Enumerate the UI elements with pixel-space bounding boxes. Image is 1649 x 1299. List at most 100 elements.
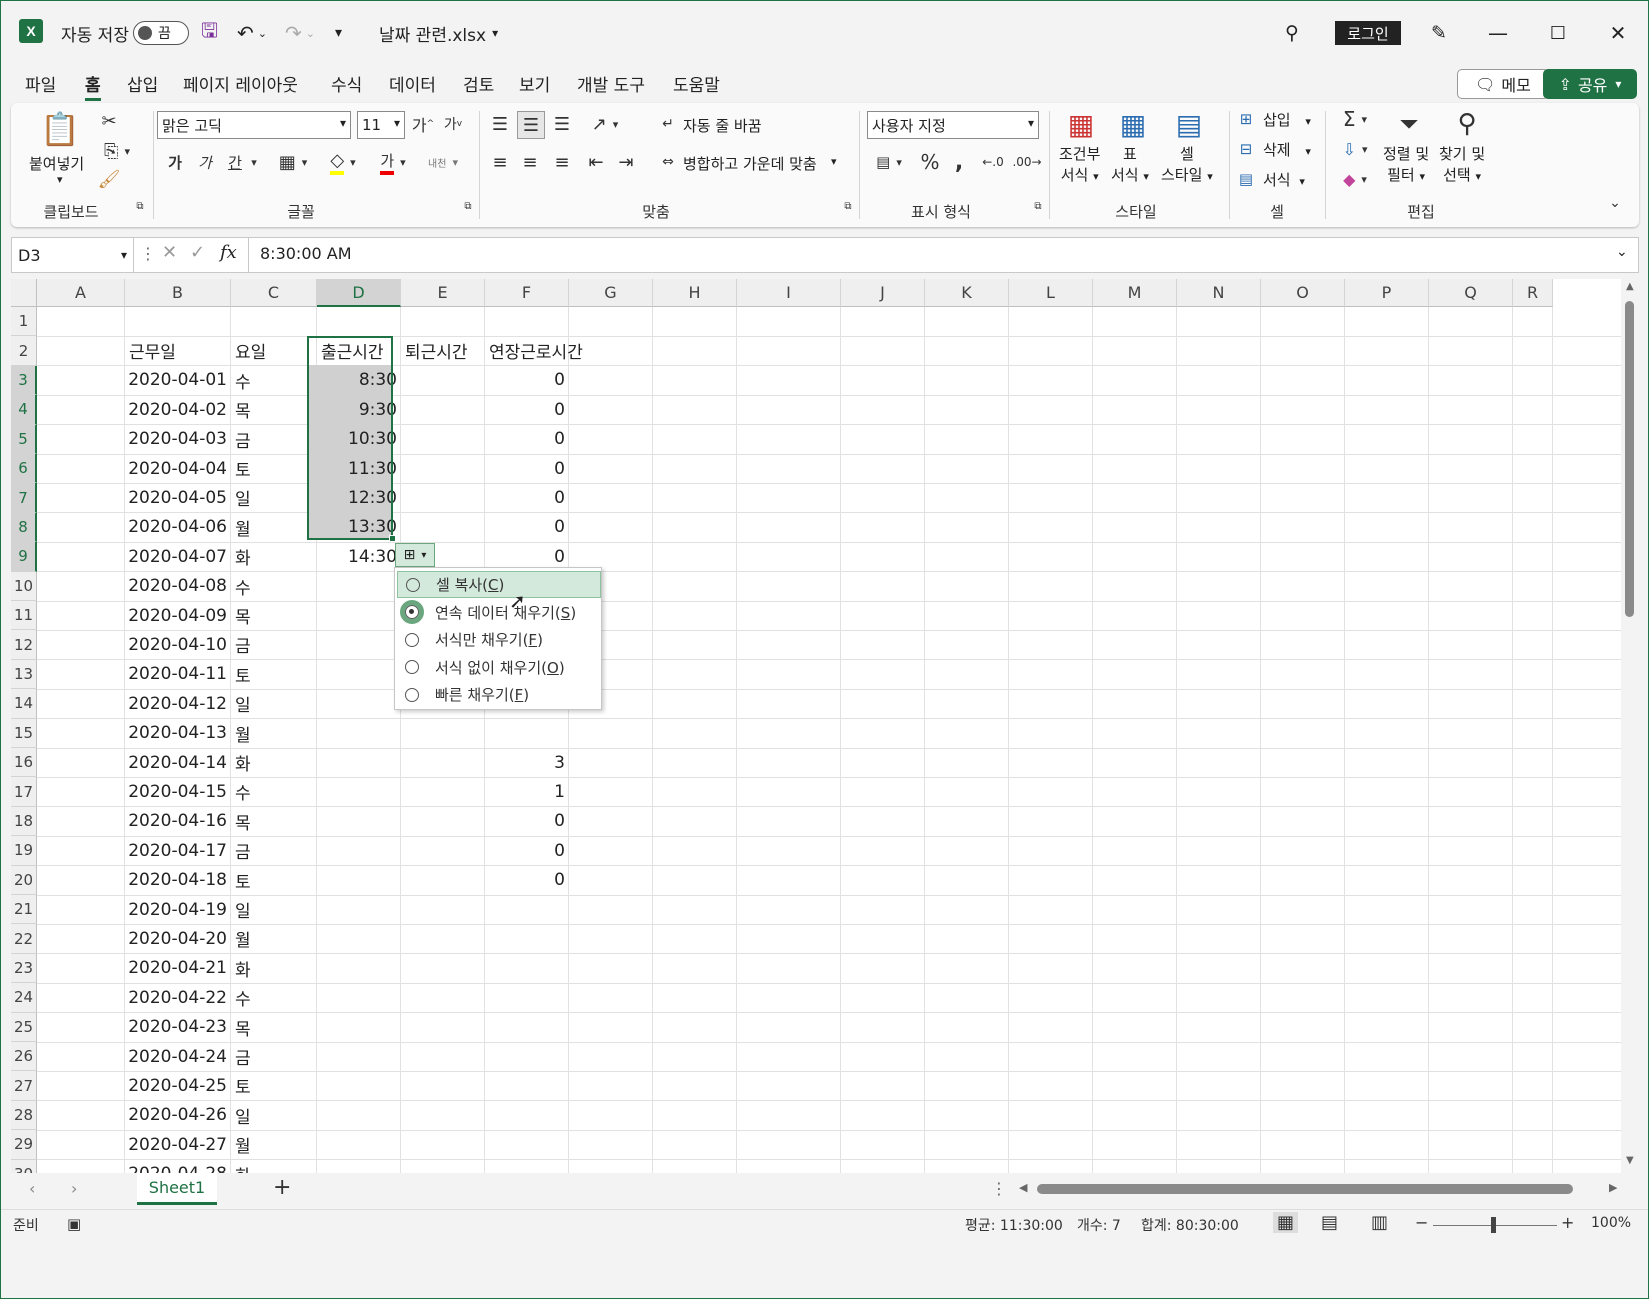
add-sheet-icon[interactable]: + bbox=[273, 1175, 291, 1200]
cell-weekday[interactable]: 금 bbox=[231, 836, 317, 865]
delete-cells-button[interactable]: 삭제 ▾ bbox=[1263, 139, 1311, 160]
fill-icon[interactable]: ⇩ ▾ bbox=[1333, 137, 1377, 161]
dialog-launcher-icon[interactable]: ⧉ bbox=[461, 199, 475, 213]
cell-weekday[interactable]: 월 bbox=[231, 1130, 317, 1159]
cell-date[interactable]: 2020-04-20 bbox=[125, 924, 231, 953]
column-header-q[interactable]: Q bbox=[1429, 279, 1513, 307]
formula-input[interactable]: 8:30:00 AM bbox=[260, 244, 352, 263]
cell-weekday[interactable]: 일 bbox=[231, 689, 317, 718]
page-layout-view-icon[interactable]: ▤ bbox=[1321, 1212, 1338, 1233]
row-header[interactable]: 10 bbox=[11, 571, 37, 601]
file-name-dropdown[interactable]: 날짜 관련.xlsx ▾ bbox=[379, 19, 498, 47]
row-header[interactable]: 28 bbox=[11, 1100, 37, 1131]
dialog-launcher-icon[interactable]: ⧉ bbox=[1031, 199, 1045, 213]
format-as-table-icon[interactable]: ▦ bbox=[1115, 107, 1151, 141]
format-as-table-button[interactable]: 표 서식 ▾ bbox=[1111, 143, 1149, 185]
row-header[interactable]: 12 bbox=[11, 630, 37, 660]
align-bottom-icon[interactable]: ☰ bbox=[549, 111, 575, 137]
row-header[interactable]: 16 bbox=[11, 748, 37, 778]
tab-file[interactable]: 파일 bbox=[25, 71, 56, 101]
cell-overtime[interactable]: 0 bbox=[485, 866, 569, 895]
insert-cells-button[interactable]: 삽입 ▾ bbox=[1263, 109, 1311, 130]
vertical-scroll-thumb[interactable] bbox=[1625, 301, 1634, 617]
cell-weekday[interactable]: 월 bbox=[231, 513, 317, 542]
paste-label[interactable]: 붙여넣기 bbox=[29, 153, 84, 174]
row-header[interactable]: 14 bbox=[11, 689, 37, 719]
autosave-toggle[interactable]: 끔 bbox=[133, 19, 189, 47]
cell-weekday[interactable]: 토 bbox=[231, 454, 317, 483]
zoom-slider-thumb[interactable] bbox=[1491, 1217, 1496, 1233]
cell-weekday[interactable]: 월 bbox=[231, 719, 317, 748]
row-header[interactable]: 25 bbox=[11, 1012, 37, 1042]
underline-button[interactable]: 간 bbox=[223, 149, 247, 175]
select-all-button[interactable] bbox=[11, 279, 37, 307]
format-cells-icon[interactable]: ▤ bbox=[1235, 167, 1257, 191]
format-painter-icon[interactable]: 🖌 bbox=[97, 167, 121, 191]
share-button[interactable]: ⇪ 공유 ▾ bbox=[1543, 69, 1637, 99]
row-header[interactable]: 15 bbox=[11, 718, 37, 748]
cell-date[interactable]: 2020-04-13 bbox=[125, 719, 231, 748]
pen-icon[interactable]: ✎ bbox=[1431, 19, 1447, 47]
row-header[interactable]: 9 bbox=[11, 542, 37, 572]
row-header[interactable]: 27 bbox=[11, 1071, 37, 1101]
accounting-format-icon[interactable]: ▤ ▾ bbox=[869, 149, 909, 175]
autofill-option[interactable]: 연속 데이터 채우기(S) bbox=[397, 599, 601, 626]
sheet-tab-sheet1[interactable]: Sheet1 bbox=[137, 1173, 217, 1205]
status-sum[interactable]: 합계: 80:30:00 bbox=[1141, 1215, 1239, 1235]
cell-b2[interactable]: 근무일 bbox=[125, 336, 231, 365]
status-average[interactable]: 평균: 11:30:00 bbox=[965, 1215, 1063, 1235]
cell-weekday[interactable]: 목 bbox=[231, 807, 317, 836]
tab-page-layout[interactable]: 페이지 레이아웃 bbox=[183, 71, 298, 101]
column-header-o[interactable]: O bbox=[1261, 279, 1345, 307]
row-header[interactable]: 22 bbox=[11, 924, 37, 954]
minimize-button[interactable]: — bbox=[1475, 13, 1521, 53]
increase-indent-icon[interactable]: ⇥ bbox=[613, 149, 639, 175]
row-header[interactable]: 11 bbox=[11, 601, 37, 631]
cell-styles-button[interactable]: 셀 스타일 ▾ bbox=[1161, 143, 1213, 185]
cell-overtime[interactable]: 0 bbox=[485, 513, 569, 542]
cell-weekday[interactable]: 토 bbox=[231, 1071, 317, 1100]
cell-date[interactable]: 2020-04-03 bbox=[125, 425, 231, 454]
italic-button[interactable]: 가 bbox=[193, 149, 217, 175]
cell-date[interactable]: 2020-04-12 bbox=[125, 689, 231, 718]
enter-icon[interactable]: ✓ bbox=[190, 242, 205, 263]
cell-date[interactable]: 2020-04-24 bbox=[125, 1042, 231, 1071]
name-box[interactable]: D3 ▾ bbox=[12, 238, 134, 272]
conditional-format-button[interactable]: 조건부 서식 ▾ bbox=[1059, 143, 1100, 185]
cell-weekday[interactable]: 목 bbox=[231, 1013, 317, 1042]
phonetic-icon[interactable]: 내천 ▾ bbox=[423, 149, 463, 175]
row-header[interactable]: 13 bbox=[11, 659, 37, 690]
row-header[interactable]: 3 bbox=[11, 365, 37, 396]
tab-insert[interactable]: 삽입 bbox=[127, 71, 158, 101]
cell-weekday[interactable]: 화 bbox=[231, 954, 317, 983]
wrap-text-icon[interactable]: ↵ bbox=[657, 111, 679, 137]
delete-cells-icon[interactable]: ⊟ bbox=[1235, 137, 1257, 161]
find-select-icon[interactable]: ⚲ bbox=[1447, 107, 1487, 141]
cell-styles-icon[interactable]: ▤ bbox=[1171, 107, 1207, 141]
cut-icon[interactable]: ✂ bbox=[97, 109, 121, 133]
autofill-options-button[interactable]: ⊞ ▾ bbox=[395, 543, 435, 567]
column-header-h[interactable]: H bbox=[653, 279, 737, 307]
cell-weekday[interactable]: 화 bbox=[231, 542, 317, 571]
autosum-icon[interactable]: Σ ▾ bbox=[1333, 107, 1377, 131]
font-color-icon[interactable]: 가 ▾ bbox=[373, 149, 413, 175]
cell-overtime[interactable]: 3 bbox=[485, 748, 569, 777]
zoom-level[interactable]: 100% bbox=[1591, 1215, 1631, 1231]
cell-date[interactable]: 2020-04-09 bbox=[125, 601, 231, 630]
cell-date[interactable]: 2020-04-25 bbox=[125, 1071, 231, 1100]
dialog-launcher-icon[interactable]: ⧉ bbox=[133, 199, 147, 213]
copy-icon[interactable]: ⎘ ▾ bbox=[97, 139, 137, 163]
chevron-down-icon[interactable]: ▾ bbox=[247, 149, 261, 175]
cell-date[interactable]: 2020-04-14 bbox=[125, 748, 231, 777]
ribbon-collapse-icon[interactable]: ⌄ bbox=[1605, 193, 1625, 213]
cell-date[interactable]: 2020-04-21 bbox=[125, 954, 231, 983]
cell-weekday[interactable]: 일 bbox=[231, 483, 317, 512]
row-header[interactable]: 20 bbox=[11, 865, 37, 895]
scroll-down-icon[interactable]: ▼ bbox=[1626, 1155, 1634, 1166]
cell-weekday[interactable]: 토 bbox=[231, 866, 317, 895]
cell-overtime[interactable]: 0 bbox=[485, 836, 569, 865]
row-header[interactable]: 1 bbox=[11, 307, 37, 337]
conditional-format-icon[interactable]: ▦ bbox=[1063, 107, 1099, 141]
column-header-k[interactable]: K bbox=[925, 279, 1009, 307]
column-header-a[interactable]: A bbox=[37, 279, 125, 307]
